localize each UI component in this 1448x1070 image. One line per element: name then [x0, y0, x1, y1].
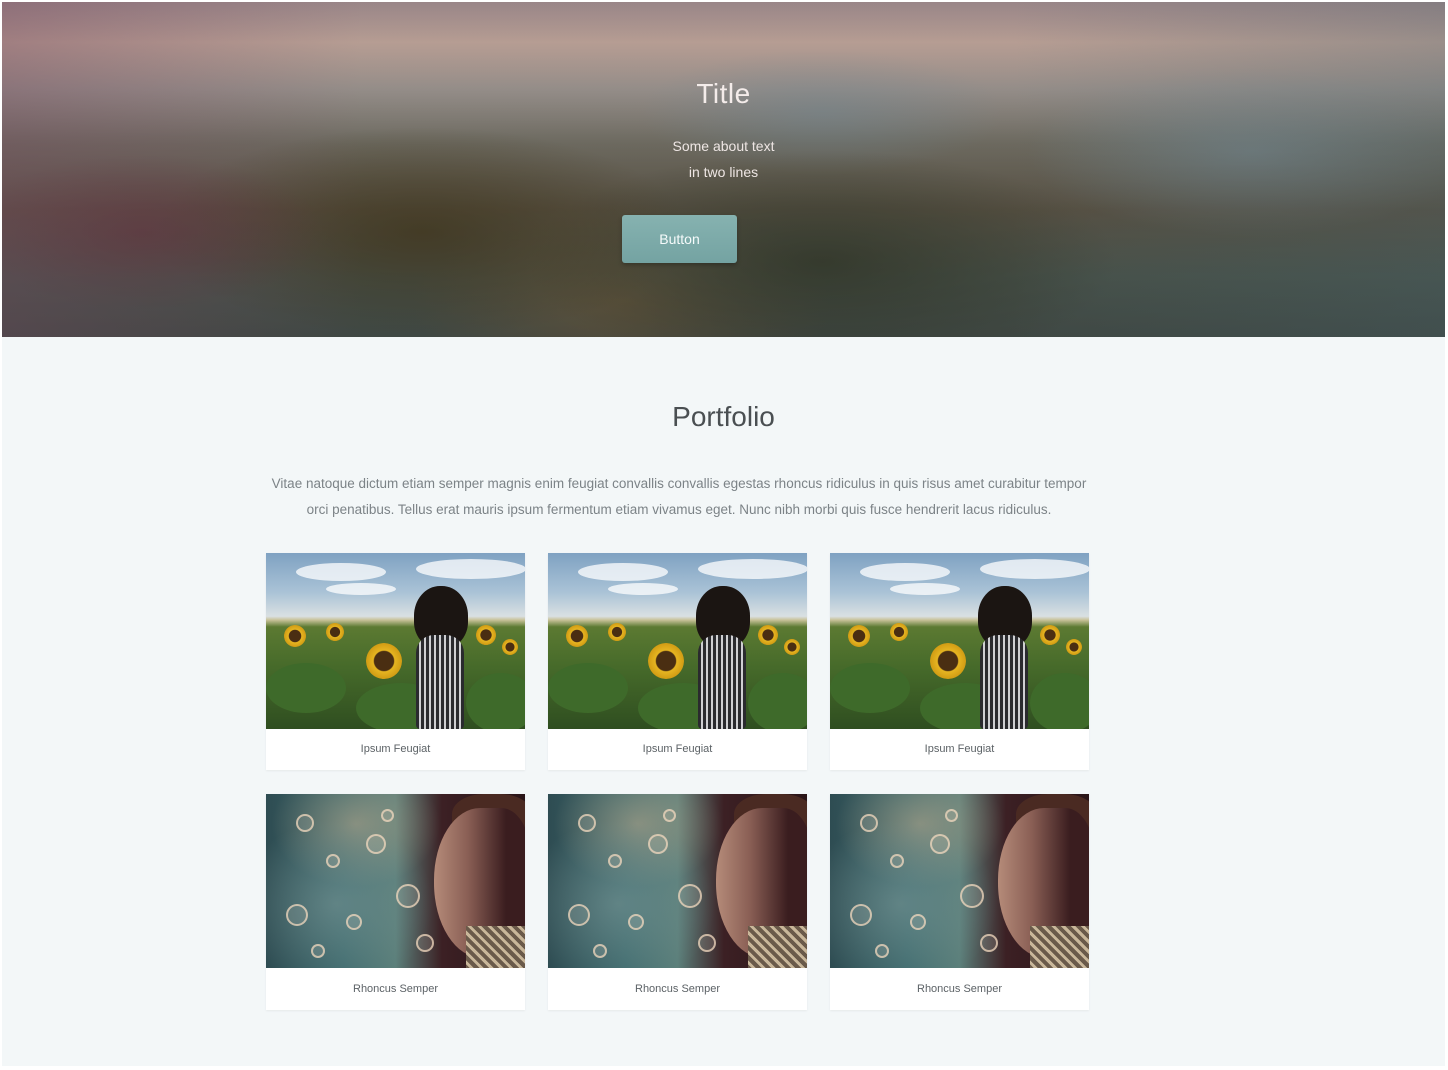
portfolio-card-caption: Ipsum Feugiat [924, 743, 995, 755]
bubbles-portrait-photo[interactable] [548, 794, 807, 968]
portfolio-card-caption: Rhoncus Semper [917, 983, 1002, 995]
portfolio-section: Portfolio Vitae natoque dictum etiam sem… [2, 337, 1445, 1066]
sunflower-photo[interactable] [548, 553, 807, 729]
bubbles-portrait-photo[interactable] [266, 794, 525, 968]
portfolio-card[interactable]: Rhoncus Semper [548, 794, 807, 1010]
portfolio-card[interactable]: Ipsum Feugiat [830, 553, 1089, 770]
hero-subtitle-line-1: Some about text [672, 138, 775, 154]
hero-title: Title [696, 78, 751, 109]
portfolio-description: Vitae natoque dictum etiam semper magnis… [271, 476, 1087, 517]
portfolio-card-caption: Ipsum Feugiat [360, 743, 431, 755]
portfolio-title: Portfolio [672, 401, 775, 432]
portfolio-card[interactable]: Ipsum Feugiat [266, 553, 525, 770]
sunflower-photo[interactable] [830, 553, 1089, 729]
portfolio-card[interactable]: Rhoncus Semper [830, 794, 1089, 1010]
hero-subtitle-line-2: in two lines [688, 164, 759, 180]
bubbles-portrait-photo[interactable] [830, 794, 1089, 968]
portfolio-card[interactable]: Rhoncus Semper [266, 794, 525, 1010]
landing-page: Title Some about text in two lines Butto… [0, 0, 1448, 1070]
hero-cta-button[interactable]: Button [622, 215, 737, 263]
portfolio-card[interactable]: Ipsum Feugiat [548, 553, 807, 770]
portfolio-card-caption: Ipsum Feugiat [642, 743, 713, 755]
hero-banner: Title Some about text in two lines Butto… [2, 2, 1445, 337]
portfolio-card-caption: Rhoncus Semper [635, 983, 720, 995]
portfolio-card-caption: Rhoncus Semper [353, 983, 438, 995]
sunflower-photo[interactable] [266, 553, 525, 729]
